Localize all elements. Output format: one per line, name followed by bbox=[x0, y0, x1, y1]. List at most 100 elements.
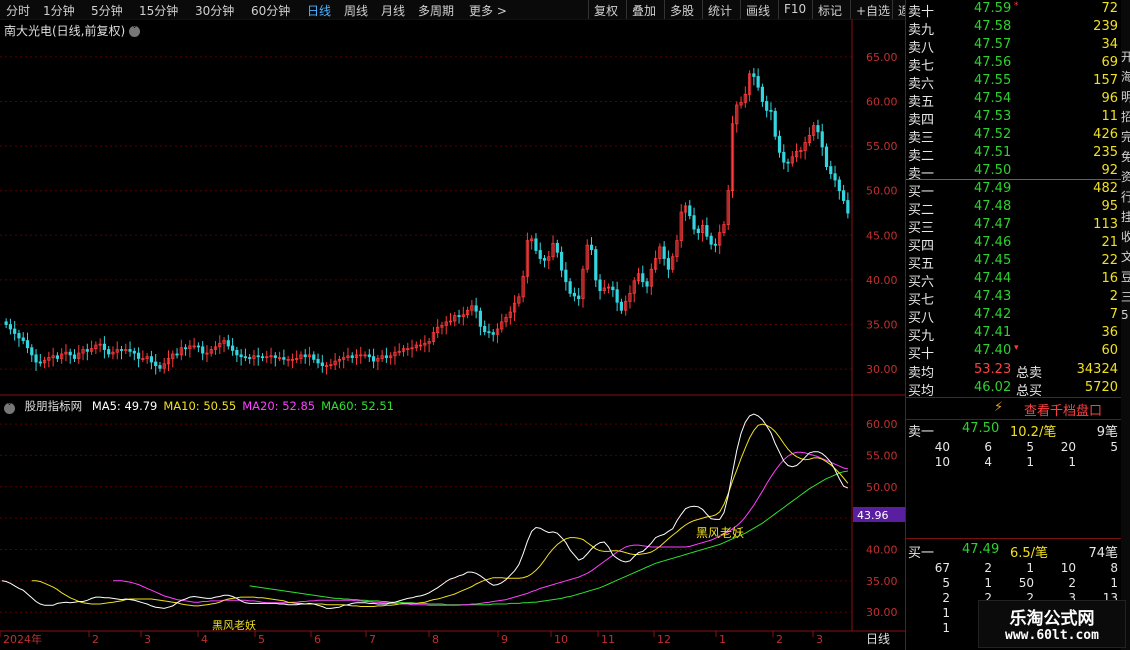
toolbar-action-1[interactable]: 叠加 bbox=[632, 2, 656, 19]
chart-area[interactable]: 65.00 60.00 55.00 50.00 45.00 40.00 35.00 30.00… bbox=[0, 19, 905, 650]
ask-level-2[interactable]: 卖八 47.57 34 bbox=[906, 37, 1122, 56]
x-tick-label: 3 bbox=[816, 633, 823, 646]
toolbar-action-5[interactable]: F10 bbox=[784, 2, 806, 16]
toolbar-action-3[interactable]: 统计 bbox=[708, 2, 732, 19]
candle-body bbox=[158, 365, 162, 369]
candle-body bbox=[13, 328, 17, 334]
level-volume: 157 bbox=[1093, 73, 1118, 88]
period-tab-10[interactable]: 更多 > bbox=[469, 2, 507, 19]
candle-body bbox=[589, 244, 594, 250]
bid-level-9[interactable]: 买十 47.40 60 ▾ bbox=[906, 343, 1122, 362]
bid-level-2[interactable]: 买三 47.47 113 bbox=[906, 217, 1122, 236]
candle-body bbox=[154, 361, 158, 366]
ma60-line bbox=[249, 470, 848, 606]
level-label: 买七 bbox=[908, 293, 935, 308]
candle-body bbox=[841, 190, 846, 201]
period-tab-3[interactable]: 15分钟 bbox=[139, 2, 178, 19]
level-marker: ▾ bbox=[1014, 343, 1019, 353]
ask-level-0[interactable]: 卖十 47.59 72 * bbox=[906, 1, 1122, 20]
level-price: 47.41 bbox=[974, 325, 1012, 340]
period-tab-4[interactable]: 30分钟 bbox=[195, 2, 234, 19]
bid-level-8[interactable]: 买九 47.41 36 bbox=[906, 325, 1122, 344]
order-size-cell: 20 bbox=[1060, 440, 1076, 454]
bid-level-5[interactable]: 买六 47.44 16 bbox=[906, 271, 1122, 290]
ask-level-3[interactable]: 卖七 47.56 69 bbox=[906, 55, 1122, 74]
ask-level-5[interactable]: 卖五 47.54 96 bbox=[906, 91, 1122, 110]
candle-body bbox=[25, 340, 30, 349]
order-size-cell: 2 bbox=[1068, 576, 1076, 590]
candle-body bbox=[555, 242, 559, 253]
x-tick-label: 2 bbox=[776, 633, 783, 646]
period-tab-0[interactable]: 分时 bbox=[6, 2, 30, 19]
bid-level-7[interactable]: 买八 47.42 7 bbox=[906, 307, 1122, 326]
level-volume: 239 bbox=[1093, 19, 1118, 34]
candle-body bbox=[128, 349, 132, 352]
side-char: 收 bbox=[1121, 230, 1130, 244]
candle-body bbox=[782, 151, 786, 163]
ask-level-8[interactable]: 卖二 47.51 235 bbox=[906, 145, 1122, 164]
view-1000-levels-button[interactable]: 查看千档盘口 bbox=[1024, 400, 1102, 419]
period-tab-7[interactable]: 周线 bbox=[344, 2, 368, 19]
period-tab-8[interactable]: 月线 bbox=[381, 2, 405, 19]
bid-level-0[interactable]: 买一 47.49 482 bbox=[906, 181, 1122, 200]
ask-level-4[interactable]: 卖六 47.55 157 bbox=[906, 73, 1122, 92]
order-size-cell: 5 bbox=[1110, 440, 1118, 454]
bid-level-1[interactable]: 买二 47.48 95 bbox=[906, 199, 1122, 218]
level-label: 卖九 bbox=[908, 23, 935, 38]
chart-toolbar: 分时 1分钟 5分钟 15分钟 30分钟 60分钟 日线 周线 月线 多周期 更多 > 复权 叠加 多股统… bbox=[0, 0, 922, 20]
candle-body bbox=[457, 315, 461, 318]
x-tick-label: 10 bbox=[554, 633, 568, 646]
period-tab-1[interactable]: 1分钟 bbox=[43, 2, 75, 19]
detail-price: 47.49 bbox=[962, 542, 1000, 557]
side-char: 资 bbox=[1121, 170, 1130, 184]
watermark-logo: 乐淘公式网 www.60lt.com bbox=[978, 600, 1126, 648]
toolbar-action-4[interactable]: 画线 bbox=[746, 2, 770, 19]
level-volume: 21 bbox=[1101, 235, 1118, 250]
ask-level-6[interactable]: 卖四 47.53 11 bbox=[906, 109, 1122, 128]
x-tick-label: 1 bbox=[719, 633, 726, 646]
candle-body bbox=[696, 228, 700, 234]
bid-level-3[interactable]: 买四 47.46 21 bbox=[906, 235, 1122, 254]
candle-body bbox=[34, 354, 38, 363]
candle-body bbox=[709, 235, 713, 245]
level-label: 卖八 bbox=[908, 41, 935, 56]
bid-level-6[interactable]: 买七 47.43 2 bbox=[906, 289, 1122, 308]
level-volume: 11 bbox=[1101, 109, 1118, 124]
bid-level-4[interactable]: 买五 47.45 22 bbox=[906, 253, 1122, 272]
indicator-name: 股朋指标网 bbox=[24, 399, 83, 413]
period-tab-5[interactable]: 60分钟 bbox=[251, 2, 290, 19]
order-size-cell: 1 bbox=[942, 606, 950, 620]
candle-body bbox=[21, 337, 25, 341]
candle-body bbox=[837, 179, 841, 192]
toolbar-action-7[interactable]: +自选 bbox=[856, 2, 890, 19]
level-volume: 92 bbox=[1101, 163, 1118, 178]
detail-per: 10.2/笔 bbox=[1010, 425, 1057, 440]
toolbar-divider bbox=[778, 0, 779, 19]
toolbar-divider bbox=[892, 0, 893, 19]
period-tab-9[interactable]: 多周期 bbox=[418, 2, 454, 19]
period-tab-6[interactable]: 日线 bbox=[307, 2, 331, 19]
order-size-cell: 1 bbox=[1026, 455, 1034, 469]
candle-body bbox=[564, 269, 568, 283]
level-volume: 95 bbox=[1101, 199, 1118, 214]
level-volume: 16 bbox=[1101, 271, 1118, 286]
period-tab-2[interactable]: 5分钟 bbox=[91, 2, 123, 19]
order-book-panel: 卖十 47.59 72 * 卖九 47.58 239 卖八 47.57 34 卖七 47.56 69 卖六… bbox=[905, 0, 1122, 650]
toolbar-action-6[interactable]: 标记 bbox=[818, 2, 842, 19]
toolbar-divider bbox=[850, 0, 851, 19]
level-price: 47.54 bbox=[974, 91, 1012, 106]
chevron-down-icon[interactable]: ˅ bbox=[4, 403, 15, 414]
order-size-cell: 1 bbox=[942, 621, 950, 635]
candle-body bbox=[4, 321, 8, 325]
ask-level-1[interactable]: 卖九 47.58 239 bbox=[906, 19, 1122, 38]
level-volume: 7 bbox=[1109, 307, 1118, 322]
toolbar-divider bbox=[664, 0, 665, 19]
candle-body bbox=[713, 243, 718, 246]
toolbar-action-2[interactable]: 多股 bbox=[670, 2, 694, 19]
candle-body bbox=[256, 355, 260, 358]
current-value-label: 43.96 bbox=[857, 509, 889, 522]
indicator-annotation: 黑风老妖 bbox=[212, 618, 256, 632]
order-size-cell: 40 bbox=[934, 440, 950, 454]
ask-level-7[interactable]: 卖三 47.52 426 bbox=[906, 127, 1122, 146]
toolbar-action-0[interactable]: 复权 bbox=[594, 2, 618, 19]
